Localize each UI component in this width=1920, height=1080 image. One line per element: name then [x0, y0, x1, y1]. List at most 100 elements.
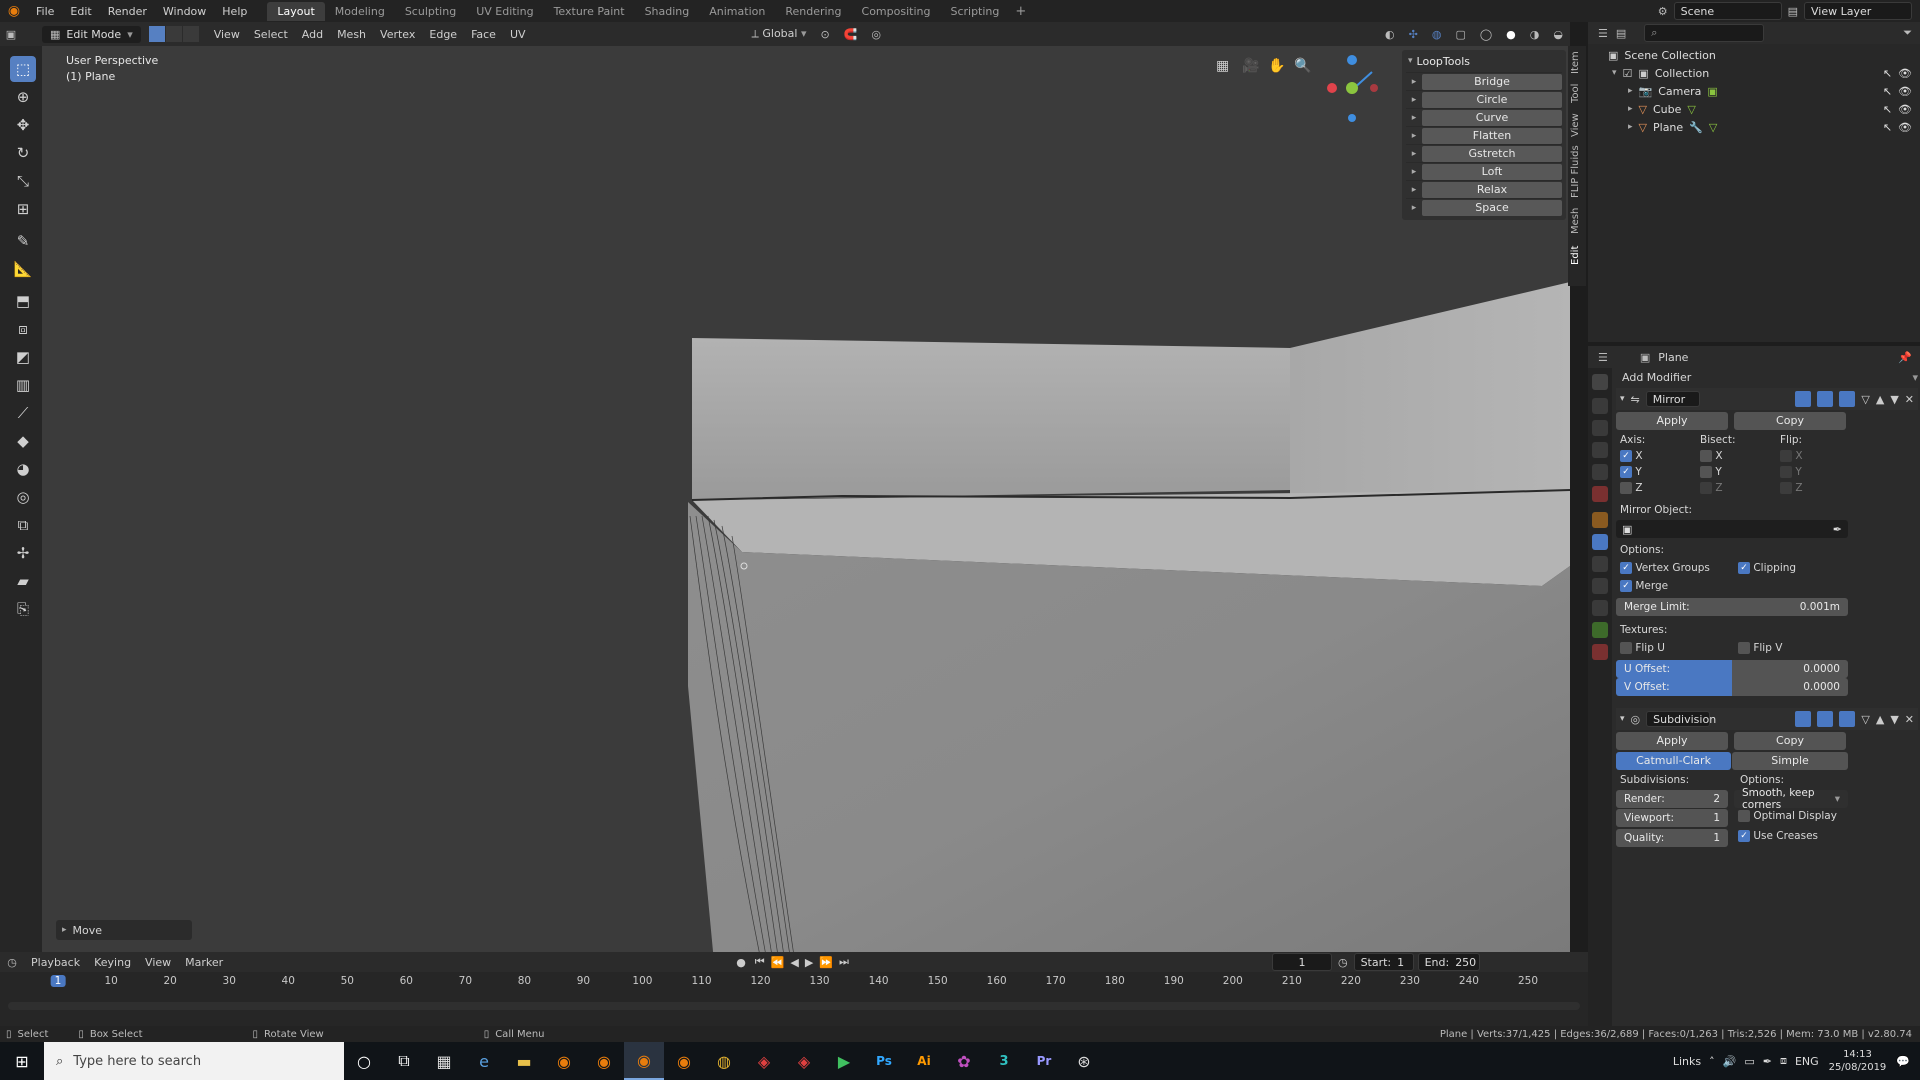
- frame-ruler[interactable]: 1 10 20 30 40 50 60 70 80 90 100 110 120 130 140 150 160…: [8, 972, 1580, 992]
- axis-x-checkbox[interactable]: ✓ X: [1620, 450, 1643, 462]
- menu-marker[interactable]: Marker: [178, 956, 230, 969]
- viewport-toggle-icon[interactable]: [1817, 391, 1834, 407]
- chevron-up-icon[interactable]: ˄: [1709, 1055, 1715, 1068]
- scene-selector[interactable]: Scene: [1673, 2, 1782, 20]
- chevron-down-icon[interactable]: ▾: [1620, 714, 1625, 724]
- object-tab-icon[interactable]: [1592, 512, 1608, 528]
- subdivision-copy-button[interactable]: Copy: [1734, 732, 1846, 750]
- catmull-clark-button[interactable]: Catmull-Clark: [1616, 752, 1731, 770]
- vertex-groups-checkbox[interactable]: ✓ Vertex Groups: [1620, 562, 1710, 574]
- select-box-icon[interactable]: ⬚: [10, 56, 36, 82]
- menu-edit[interactable]: Edit: [62, 5, 99, 18]
- photoshop-icon[interactable]: Ps: [864, 1042, 904, 1080]
- measure-icon[interactable]: 📐: [10, 256, 36, 282]
- filter-icon[interactable]: ⏷: [1903, 26, 1912, 40]
- constraints-tab-icon[interactable]: [1592, 600, 1608, 616]
- tab-modeling[interactable]: Modeling: [325, 2, 395, 21]
- pivot-icon[interactable]: ⊙: [814, 28, 837, 41]
- editor-type-icon[interactable]: ☰: [1598, 351, 1608, 364]
- view-layer-tab-icon[interactable]: [1592, 442, 1608, 458]
- blender-app-icon[interactable]: ◉: [584, 1042, 624, 1080]
- eye-icon[interactable]: 👁: [1898, 67, 1912, 80]
- menu-view[interactable]: View: [138, 956, 178, 969]
- links-toolbar[interactable]: Links: [1673, 1055, 1701, 1068]
- menu-add[interactable]: Add: [295, 28, 330, 41]
- edge-slide-icon[interactable]: ⧉: [10, 512, 36, 538]
- selectable-icon[interactable]: ↖: [1883, 85, 1892, 98]
- optimal-display-checkbox[interactable]: Optimal Display: [1738, 810, 1837, 822]
- navigation-gizmo[interactable]: [1312, 50, 1392, 130]
- menu-window[interactable]: Window: [155, 5, 214, 18]
- menu-view[interactable]: View: [207, 28, 247, 41]
- color-app-icon[interactable]: ✿: [944, 1042, 984, 1080]
- close-icon[interactable]: ✕: [1905, 713, 1914, 726]
- app-3-icon[interactable]: 3: [984, 1042, 1024, 1080]
- edge-select-icon[interactable]: [165, 26, 182, 42]
- subdivision-modifier-header[interactable]: ▾ ◎ Subdivision ▽ ▲ ▼ ✕: [1616, 708, 1918, 730]
- close-icon[interactable]: ✕: [1905, 393, 1914, 406]
- knife-icon[interactable]: ⟋: [10, 400, 36, 426]
- mirror-modifier-header[interactable]: ▾ ⇋ Mirror ▽ ▲ ▼ ✕: [1616, 388, 1918, 410]
- camera-view-icon[interactable]: 🎥: [1242, 58, 1259, 74]
- editor-type-icon[interactable]: ☰: [1598, 27, 1608, 40]
- move-icon[interactable]: ✥: [10, 112, 36, 138]
- selectable-icon[interactable]: ↖: [1883, 103, 1892, 116]
- record-icon[interactable]: ●: [736, 956, 746, 969]
- sidebar-tab-flip-fluids[interactable]: FLIP Fluids: [1570, 144, 1584, 200]
- tab-uv-editing[interactable]: UV Editing: [466, 2, 543, 21]
- loop-cut-icon[interactable]: ▥: [10, 372, 36, 398]
- network-icon[interactable]: ▭: [1744, 1055, 1754, 1068]
- sidebar-tab-view[interactable]: View: [1570, 112, 1584, 138]
- menu-edge[interactable]: Edge: [422, 28, 464, 41]
- bisect-z-checkbox[interactable]: Z: [1700, 482, 1723, 494]
- tab-scripting[interactable]: Scripting: [940, 2, 1009, 21]
- tab-texture-paint[interactable]: Texture Paint: [544, 2, 635, 21]
- eye-icon[interactable]: 👁: [1898, 103, 1912, 116]
- layer-icon[interactable]: ▤: [1788, 5, 1798, 18]
- view-layer-selector[interactable]: View Layer: [1804, 2, 1912, 20]
- mode-selector[interactable]: ▦ Edit Mode ▾: [42, 25, 141, 43]
- material-shading-icon[interactable]: ◑: [1523, 28, 1547, 41]
- looptools-item-gstretch[interactable]: ▸ Gstretch: [1406, 144, 1562, 162]
- sidebar-tab-mesh[interactable]: Mesh: [1570, 206, 1584, 236]
- start-frame-field[interactable]: Start: 1: [1353, 953, 1414, 971]
- render-levels-field[interactable]: Render: 2: [1616, 790, 1728, 808]
- viewport-toggle-icon[interactable]: [1817, 711, 1834, 727]
- menu-uv[interactable]: UV: [503, 28, 533, 41]
- sidebar-tab-tool[interactable]: Tool: [1570, 80, 1584, 106]
- add-modifier-dropdown[interactable]: Add Modifier ▾: [1616, 368, 1918, 386]
- chrome-icon[interactable]: ◍: [704, 1042, 744, 1080]
- chevron-down-icon[interactable]: ▾: [1620, 394, 1625, 404]
- mirror-name-field[interactable]: Mirror: [1645, 391, 1700, 407]
- language-indicator[interactable]: ENG: [1795, 1055, 1819, 1068]
- bisect-y-checkbox[interactable]: Y: [1700, 466, 1722, 478]
- outliner-item-cube[interactable]: ▸ ▽ Cube ▽ ↖ 👁: [1628, 100, 1912, 118]
- bevel-icon[interactable]: ◩: [10, 344, 36, 370]
- flip-y-checkbox[interactable]: Y: [1780, 466, 1802, 478]
- modifier-wrench-icon[interactable]: [1592, 534, 1608, 550]
- task-view-icon[interactable]: ⧉: [384, 1042, 424, 1080]
- outliner-collection[interactable]: ▾ ☑ ▣ Collection ↖ 👁: [1612, 64, 1912, 82]
- move-up-icon[interactable]: ▲: [1876, 393, 1884, 406]
- cage-icon[interactable]: ▽: [1861, 393, 1869, 406]
- u-offset-field[interactable]: U Offset: 0.0000: [1616, 660, 1848, 678]
- looptools-item-loft[interactable]: ▸ Loft: [1406, 162, 1562, 180]
- cage-icon[interactable]: ▽: [1861, 713, 1869, 726]
- tool-tab-icon[interactable]: [1592, 374, 1608, 390]
- menu-keying[interactable]: Keying: [87, 956, 138, 969]
- scene-tab-icon[interactable]: [1592, 464, 1608, 480]
- eye-icon[interactable]: 👁: [1898, 121, 1912, 134]
- tab-shading[interactable]: Shading: [635, 2, 700, 21]
- world-tab-icon[interactable]: [1592, 486, 1608, 502]
- extrude-icon[interactable]: ⬒: [10, 288, 36, 314]
- flip-v-checkbox[interactable]: Flip V: [1738, 642, 1782, 654]
- simple-button[interactable]: Simple: [1732, 752, 1848, 770]
- shrink-fatten-icon[interactable]: ✢: [10, 540, 36, 566]
- editor-type-icon[interactable]: ◷: [0, 956, 24, 969]
- looptools-item-curve[interactable]: ▸ Curve: [1406, 108, 1562, 126]
- end-frame-field[interactable]: End: 250: [1417, 953, 1480, 971]
- cursor-icon[interactable]: ⊕: [10, 84, 36, 110]
- notifications-icon[interactable]: 💬: [1896, 1055, 1910, 1068]
- transform-orientation-selector[interactable]: ⟂ Global ▾: [745, 27, 814, 41]
- bisect-x-checkbox[interactable]: X: [1700, 450, 1723, 462]
